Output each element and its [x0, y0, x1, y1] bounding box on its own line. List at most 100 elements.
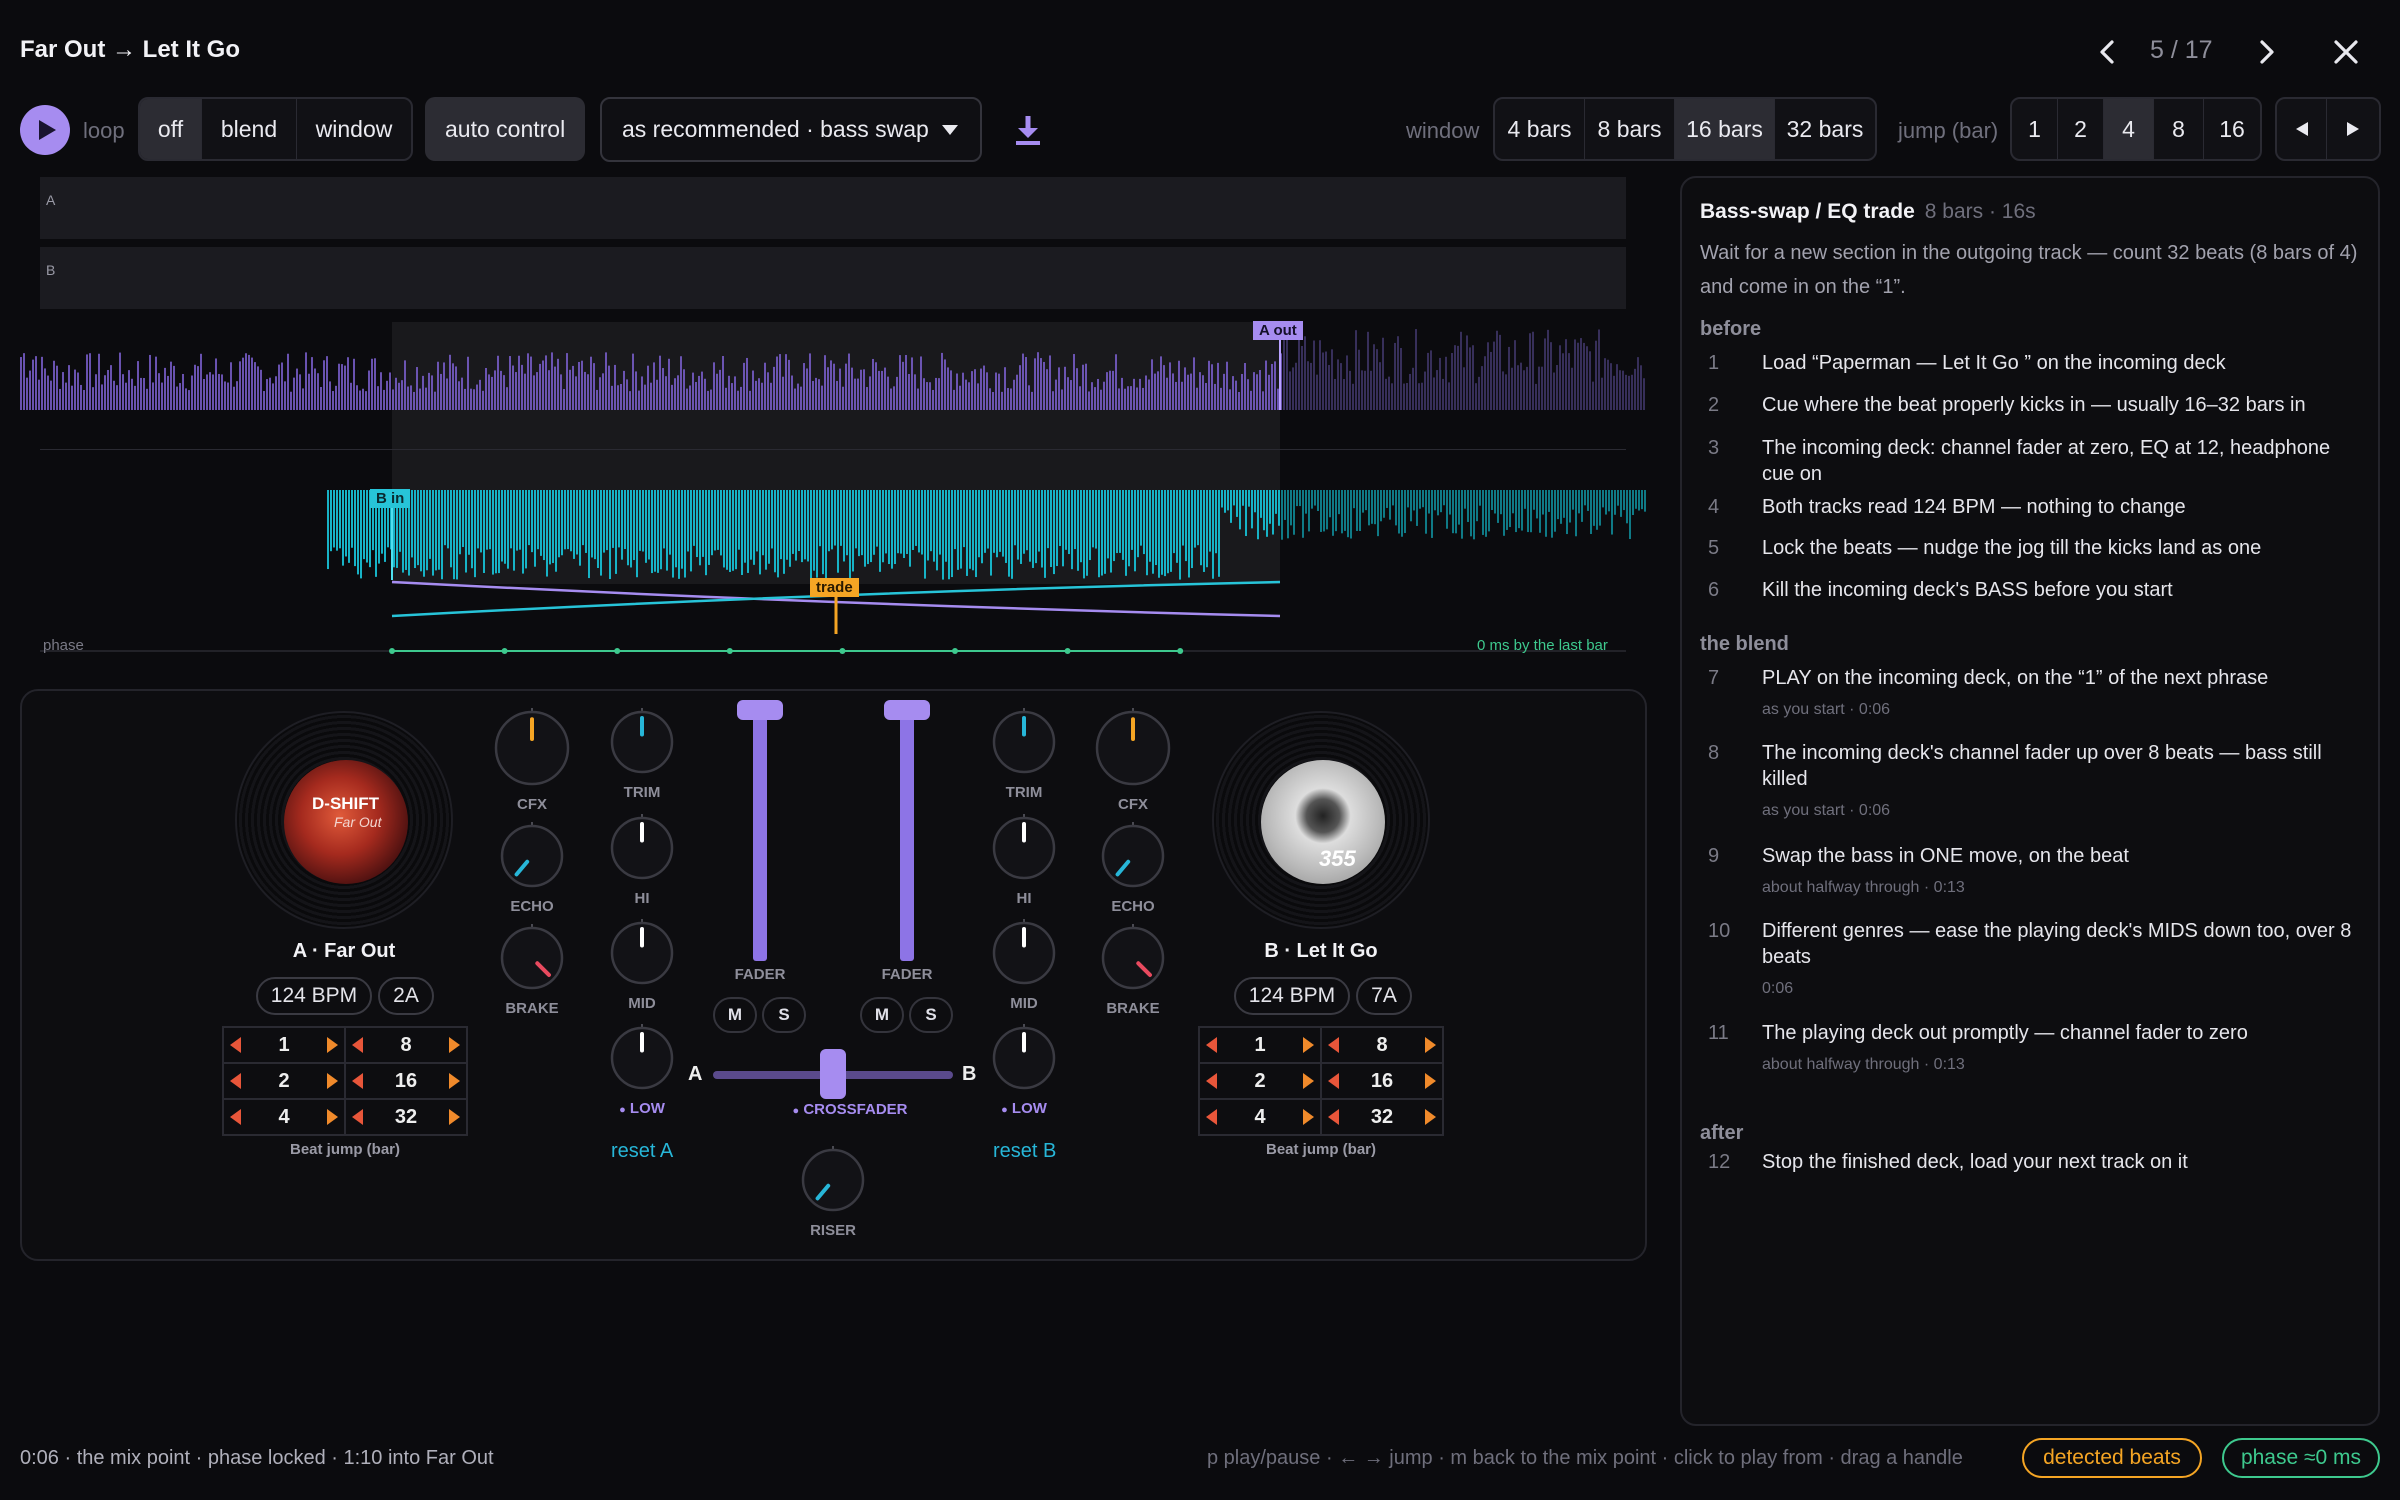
waveform-b-bar [603, 490, 605, 553]
deck-b-jump-32[interactable]: 32 [1321, 1099, 1443, 1135]
step-timing: about halfway through · 0:13 [1762, 879, 1965, 896]
window-option-16[interactable]: 16 bars [1675, 99, 1775, 159]
deck-b-echo-knob[interactable] [1099, 822, 1167, 903]
deck-b-platter[interactable]: 355 [1212, 711, 1430, 929]
deck-a-mute-button[interactable]: M [713, 997, 757, 1033]
deck-b-brake-knob[interactable] [1099, 924, 1167, 1005]
jump-forward-icon[interactable] [1425, 1037, 1436, 1053]
jump-option-4[interactable]: 4 [2104, 99, 2154, 159]
jump-back-icon[interactable] [230, 1073, 241, 1089]
deck-b-mid-knob[interactable] [990, 919, 1058, 1000]
auto-control-button[interactable]: auto control [425, 97, 586, 161]
window-option-4[interactable]: 4 bars [1495, 99, 1585, 159]
deck-a-hi-knob[interactable] [608, 814, 676, 895]
download-button[interactable] [1010, 112, 1046, 153]
deck-a-platter[interactable]: D-SHIFT Far Out [235, 711, 453, 929]
deck-b-hi-knob[interactable] [990, 814, 1058, 895]
jump-option-1[interactable]: 1 [2012, 99, 2058, 159]
riser-knob[interactable] [799, 1146, 867, 1227]
jump-forward-icon[interactable] [1303, 1037, 1314, 1053]
deck-a-jump-2[interactable]: 2 [223, 1063, 345, 1099]
deck-a-mid-knob[interactable] [608, 919, 676, 1000]
reset-b-button[interactable]: reset B [993, 1140, 1056, 1163]
trade-marker[interactable]: trade [810, 578, 859, 597]
deck-a-jump-4[interactable]: 4 [223, 1099, 345, 1135]
deck-b-channel-fader[interactable] [884, 700, 930, 720]
a-out-marker[interactable]: A out [1253, 321, 1303, 340]
waveform-b-bar [1080, 490, 1082, 563]
jump-back-icon[interactable] [1328, 1073, 1339, 1089]
jump-forward-icon[interactable] [1303, 1073, 1314, 1089]
waveform-a-bar [332, 391, 334, 410]
jump-back-icon[interactable] [1206, 1073, 1217, 1089]
jump-option-2[interactable]: 2 [2058, 99, 2104, 159]
deck-b-solo-button[interactable]: S [909, 997, 953, 1033]
close-button[interactable] [2324, 30, 2368, 74]
jump-forward-button[interactable] [2327, 99, 2379, 159]
deck-a-jump-1[interactable]: 1 [223, 1027, 345, 1063]
b-in-marker[interactable]: B in [370, 489, 411, 508]
jump-forward-icon[interactable] [327, 1073, 338, 1089]
jump-forward-icon[interactable] [1425, 1073, 1436, 1089]
deck-a-echo-knob[interactable] [498, 822, 566, 903]
deck-a-channel-fader[interactable] [737, 700, 783, 720]
deck-b-jump-8[interactable]: 8 [1321, 1027, 1443, 1063]
waveform-a-bar [1319, 340, 1321, 410]
deck-b-jump-1[interactable]: 1 [1199, 1027, 1321, 1063]
recommendation-dropdown[interactable]: as recommended · bass swap [600, 97, 982, 162]
jump-back-icon[interactable] [1206, 1109, 1217, 1125]
deck-b-hi-knob-label: HI [1016, 890, 1032, 907]
deck-b-jump-16[interactable]: 16 [1321, 1063, 1443, 1099]
jump-back-button[interactable] [2277, 99, 2327, 159]
jump-back-icon[interactable] [1328, 1037, 1339, 1053]
jump-back-icon[interactable] [230, 1037, 241, 1053]
reset-a-button[interactable]: reset A [611, 1140, 673, 1163]
jump-back-icon[interactable] [1328, 1109, 1339, 1125]
waveform-a-bar [1481, 366, 1483, 410]
deck-b-jump-2[interactable]: 2 [1199, 1063, 1321, 1099]
deck-b-mute-button[interactable]: M [860, 997, 904, 1033]
crossfader-handle[interactable] [820, 1049, 846, 1099]
jump-forward-icon[interactable] [449, 1109, 460, 1125]
deck-a-solo-button[interactable]: S [762, 997, 806, 1033]
jump-forward-icon[interactable] [1303, 1109, 1314, 1125]
next-transition-button[interactable] [2245, 30, 2289, 74]
deck-b-low-knob[interactable] [990, 1024, 1058, 1105]
deck-a-cfx-knob[interactable] [492, 708, 572, 801]
deck-a-jump-16[interactable]: 16 [345, 1063, 467, 1099]
jump-forward-icon[interactable] [327, 1037, 338, 1053]
loop-option-off[interactable]: off [140, 99, 202, 159]
loop-option-window[interactable]: window [297, 99, 411, 159]
jump-option-16[interactable]: 16 [2204, 99, 2260, 159]
jump-back-icon[interactable] [230, 1109, 241, 1125]
deck-a-brake-knob[interactable] [498, 924, 566, 1005]
jump-forward-icon[interactable] [449, 1073, 460, 1089]
waveform-view[interactable] [0, 300, 1660, 660]
deck-a-jump-8[interactable]: 8 [345, 1027, 467, 1063]
jump-forward-icon[interactable] [1425, 1109, 1436, 1125]
deck-b-trim-knob[interactable] [990, 708, 1058, 789]
jump-option-8[interactable]: 8 [2154, 99, 2204, 159]
window-option-32[interactable]: 32 bars [1775, 99, 1875, 159]
lane-a[interactable]: A [40, 177, 1626, 239]
deck-b-cfx-knob[interactable] [1093, 708, 1173, 801]
deck-a-low-knob[interactable] [608, 1024, 676, 1105]
waveform-a-bar [947, 367, 949, 410]
prev-transition-button[interactable] [2085, 30, 2129, 74]
play-button[interactable] [20, 105, 70, 155]
jump-back-icon[interactable] [352, 1037, 363, 1053]
jump-forward-icon[interactable] [449, 1037, 460, 1053]
jump-back-icon[interactable] [352, 1073, 363, 1089]
jump-forward-icon[interactable] [327, 1109, 338, 1125]
jump-back-icon[interactable] [1206, 1037, 1217, 1053]
waveform-b-bar [1260, 490, 1262, 518]
deck-a-trim-knob[interactable] [608, 708, 676, 789]
jump-back-icon[interactable] [352, 1109, 363, 1125]
waveform-b-bar [786, 490, 788, 560]
window-option-8[interactable]: 8 bars [1585, 99, 1675, 159]
deck-b-jump-4[interactable]: 4 [1199, 1099, 1321, 1135]
loop-option-blend[interactable]: blend [202, 99, 297, 159]
waveform-a-bar [269, 377, 271, 410]
detected-beats-badge[interactable]: detected beats [2022, 1438, 2202, 1478]
deck-a-jump-32[interactable]: 32 [345, 1099, 467, 1135]
